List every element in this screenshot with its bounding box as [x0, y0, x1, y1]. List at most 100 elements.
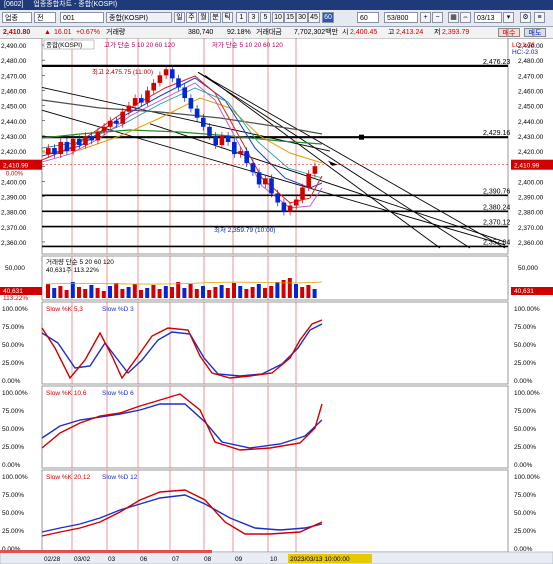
stoch1-axis-tick-right: 100.00%	[514, 306, 540, 313]
count-select[interactable]: 60	[357, 12, 379, 23]
expand-button[interactable]: ⇔	[460, 12, 471, 23]
candle-body	[163, 69, 169, 76]
ma-legend-high: 고가 단순 5 10 20 60 120	[104, 40, 175, 49]
symbol-legend: 종합(KOSPI)	[46, 40, 82, 49]
volume-bar	[145, 288, 150, 298]
volume-axis-tick: 50,000	[5, 265, 25, 272]
menu-icon[interactable]: ≡	[534, 12, 545, 23]
period-button-5[interactable]: 5	[260, 12, 271, 23]
volume-bar	[219, 285, 224, 298]
volume-bar	[176, 282, 181, 298]
stoch1-legend-k: Slow %K 5,3	[46, 306, 83, 313]
candle-body	[256, 172, 262, 185]
level-marker	[359, 134, 364, 140]
chart-toolbar: 업종 전 001 종합(KOSPI) 일 주 월 분 틱 1 3 5 10 15 30 45 60 60…	[0, 10, 553, 27]
date-input[interactable]: 03/13	[474, 12, 502, 23]
period-button-틱[interactable]: 틱	[222, 12, 233, 23]
right-axis-tick-label: 2,390.00	[518, 195, 544, 202]
level-label: 2,370.12	[483, 220, 510, 227]
market-select[interactable]: 업종	[2, 12, 32, 23]
candle-body	[176, 78, 181, 88]
volume-bar	[163, 286, 168, 298]
stoch2-axis-tick: 75.00%	[2, 408, 24, 415]
period-button-60[interactable]: 60	[322, 12, 334, 23]
right-axis-tick-label: 2,430.00	[518, 134, 544, 141]
stoch2-axis-tick: 25.00%	[2, 444, 24, 451]
candle-body	[287, 205, 293, 212]
type-select[interactable]: 전	[34, 12, 56, 23]
volume-bar	[108, 286, 112, 298]
volume-bar	[101, 291, 106, 298]
candle-body	[157, 75, 163, 83]
current-price-tag-left-text: 2,410.99	[3, 163, 29, 170]
volume-legend-value: 40,631주 113.22%	[46, 266, 99, 274]
zoom-in-button[interactable]: +	[420, 12, 431, 23]
volume-tag-right-text: 40,631	[514, 288, 534, 295]
code-input[interactable]: 001	[60, 12, 104, 23]
left-axis-tick-label: 2,380.00	[1, 210, 27, 217]
range-input[interactable]: 53/800	[384, 12, 418, 23]
volume-bar	[201, 286, 205, 298]
candle-body	[120, 111, 125, 124]
volume-bar	[83, 289, 88, 298]
scroll-progress-bar	[0, 550, 212, 553]
candle-body	[145, 90, 150, 103]
candle-body	[225, 135, 231, 142]
calendar-icon[interactable]: ▾	[503, 12, 514, 23]
candle-body	[182, 87, 187, 99]
level-label: 2,476.23	[483, 59, 510, 66]
volume-bar	[132, 284, 137, 298]
zoom-out-button[interactable]: −	[432, 12, 443, 23]
sell-button[interactable]: 매도	[524, 28, 546, 37]
volume-bar	[207, 290, 212, 298]
hc-legend: HC:-2.03	[512, 49, 538, 56]
period-button-분[interactable]: 분	[210, 12, 221, 23]
period-button-15[interactable]: 15	[284, 12, 296, 23]
volume-legend: 거래량 단순 5 20 60 120	[46, 257, 114, 266]
left-axis-tick-label: 2,370.00	[1, 225, 27, 232]
stoch3-axis-tick-right: 0.00%	[514, 546, 533, 553]
volume-bar	[126, 287, 131, 298]
candle-body	[238, 151, 243, 155]
period-button-45[interactable]: 45	[308, 12, 320, 23]
chart-canvas[interactable]: 2,490.00 2,490.002,480.00 2,480.002,470.00…	[0, 38, 553, 564]
stoch2-axis-tick: 100.00%	[2, 390, 28, 397]
stoch3-axis-tick: 25.00%	[2, 528, 24, 535]
ma-legend-low: 저가 단순 5 10 20 60 120	[212, 40, 283, 49]
period-button-30[interactable]: 30	[296, 12, 308, 23]
volume-bar	[120, 289, 125, 298]
left-axis-tick-label: 2,460.00	[1, 88, 27, 95]
volume-bar	[275, 282, 280, 298]
settings-icon[interactable]: ⚙	[520, 12, 531, 23]
right-axis-tick-label: 2,380.00	[518, 210, 544, 217]
volume-tag-left-text: 40,631	[3, 288, 23, 295]
volume-bar	[194, 289, 199, 298]
right-axis-tick-label: 2,400.00	[518, 179, 544, 186]
period-button-3[interactable]: 3	[248, 12, 259, 23]
stoch2-axis-tick-right: 0.00%	[514, 462, 533, 469]
candle-body	[244, 151, 249, 164]
left-axis-tick-label: 2,490.00	[1, 43, 27, 50]
candle-body	[213, 135, 218, 145]
stoch3-legend-d: Slow %D 12	[102, 474, 138, 481]
current-pct-tag: 0.00%	[6, 172, 24, 178]
volume-bar	[139, 290, 143, 298]
candle-body	[139, 98, 144, 103]
amount-label: 거래대금	[256, 29, 282, 36]
candle-body	[101, 126, 107, 132]
stoch1-axis-tick-right: 25.00%	[514, 360, 536, 367]
buy-button[interactable]: 매수	[498, 28, 520, 37]
volume-axis-tick-right: 50,000	[518, 265, 538, 272]
period-button-월[interactable]: 월	[198, 12, 209, 23]
volume-bar	[232, 283, 236, 298]
period-button-1[interactable]: 1	[236, 12, 247, 23]
candle-body	[300, 187, 305, 200]
x-axis-label: 03	[108, 556, 116, 563]
candle-body	[77, 138, 82, 145]
period-button-주[interactable]: 주	[186, 12, 197, 23]
volume-bar	[213, 287, 218, 298]
volume-bar	[263, 288, 267, 298]
period-button-일[interactable]: 일	[174, 12, 185, 23]
period-button-10[interactable]: 10	[272, 12, 284, 23]
grid-toggle-button[interactable]: ▦	[448, 12, 459, 23]
